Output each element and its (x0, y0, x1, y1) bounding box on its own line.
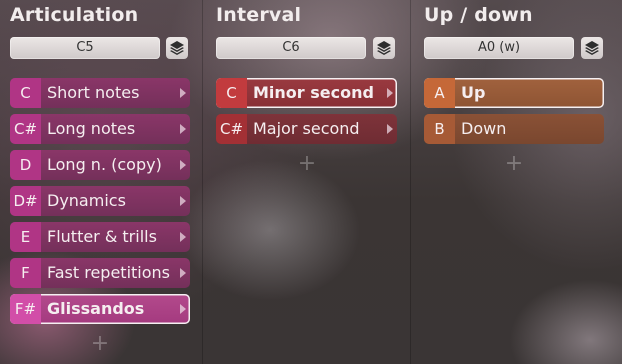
articulation-item-short-notes[interactable]: C Short notes (10, 78, 190, 108)
key-label: D# (10, 186, 41, 216)
interval-column: Interval C6 C Minor second C# Major seco… (206, 0, 411, 364)
updown-item-down[interactable]: B Down (424, 114, 604, 144)
item-label: Minor second (253, 83, 374, 102)
chevron-right-icon (180, 196, 186, 206)
key-label: F# (10, 294, 41, 324)
chevron-right-icon (387, 124, 393, 134)
articulation-item-flutter-trills[interactable]: E Flutter & trills (10, 222, 190, 252)
updown-column: Up / down A0 (w) A Up B Down + (414, 0, 622, 364)
chevron-right-icon (180, 268, 186, 278)
item-label: Fast repetitions (47, 263, 171, 282)
item-label: Long notes (47, 119, 136, 138)
articulation-column: Articulation C5 C Short notes C# Long no… (0, 0, 203, 364)
column-title: Articulation (10, 4, 139, 26)
chevron-right-icon (387, 88, 393, 98)
key-label: C (10, 78, 41, 108)
key-label: A (424, 78, 455, 108)
preset-selector[interactable]: A0 (w) (424, 37, 574, 59)
key-label: C (216, 78, 247, 108)
articulation-item-long-notes[interactable]: C# Long notes (10, 114, 190, 144)
key-label: E (10, 222, 41, 252)
updown-item-up[interactable]: A Up (424, 78, 604, 108)
column-title: Up / down (424, 4, 533, 26)
layers-button[interactable] (581, 37, 603, 59)
interval-item-minor-second[interactable]: C Minor second (216, 78, 397, 108)
layers-icon (377, 41, 391, 55)
key-label: C# (216, 114, 247, 144)
item-label: Down (461, 119, 507, 138)
item-label: Flutter & trills (47, 227, 157, 246)
chevron-right-icon (180, 88, 186, 98)
chevron-right-icon (180, 232, 186, 242)
item-label: Dynamics (47, 191, 126, 210)
preset-selector[interactable]: C5 (10, 37, 160, 59)
add-updown-button[interactable]: + (504, 153, 524, 175)
key-label: F (10, 258, 41, 288)
item-label: Up (461, 83, 486, 102)
item-label: Short notes (47, 83, 140, 102)
chevron-right-icon (180, 124, 186, 134)
item-label: Glissandos (47, 299, 145, 318)
layers-icon (585, 41, 599, 55)
layers-button[interactable] (373, 37, 395, 59)
key-label: C# (10, 114, 41, 144)
interval-item-major-second[interactable]: C# Major second (216, 114, 397, 144)
chevron-right-icon (180, 304, 186, 314)
column-title: Interval (216, 4, 302, 26)
layers-icon (170, 41, 184, 55)
add-interval-button[interactable]: + (297, 153, 317, 175)
key-label: D (10, 150, 41, 180)
item-label: Long n. (copy) (47, 155, 162, 174)
articulation-item-dynamics[interactable]: D# Dynamics (10, 186, 190, 216)
preset-selector[interactable]: C6 (216, 37, 366, 59)
item-label: Major second (253, 119, 360, 138)
add-articulation-button[interactable]: + (90, 333, 110, 355)
articulation-item-fast-repetitions[interactable]: F Fast repetitions (10, 258, 190, 288)
layers-button[interactable] (166, 37, 188, 59)
articulation-item-glissandos[interactable]: F# Glissandos (10, 294, 190, 324)
chevron-right-icon (180, 160, 186, 170)
articulation-item-long-notes-copy[interactable]: D Long n. (copy) (10, 150, 190, 180)
key-label: B (424, 114, 455, 144)
